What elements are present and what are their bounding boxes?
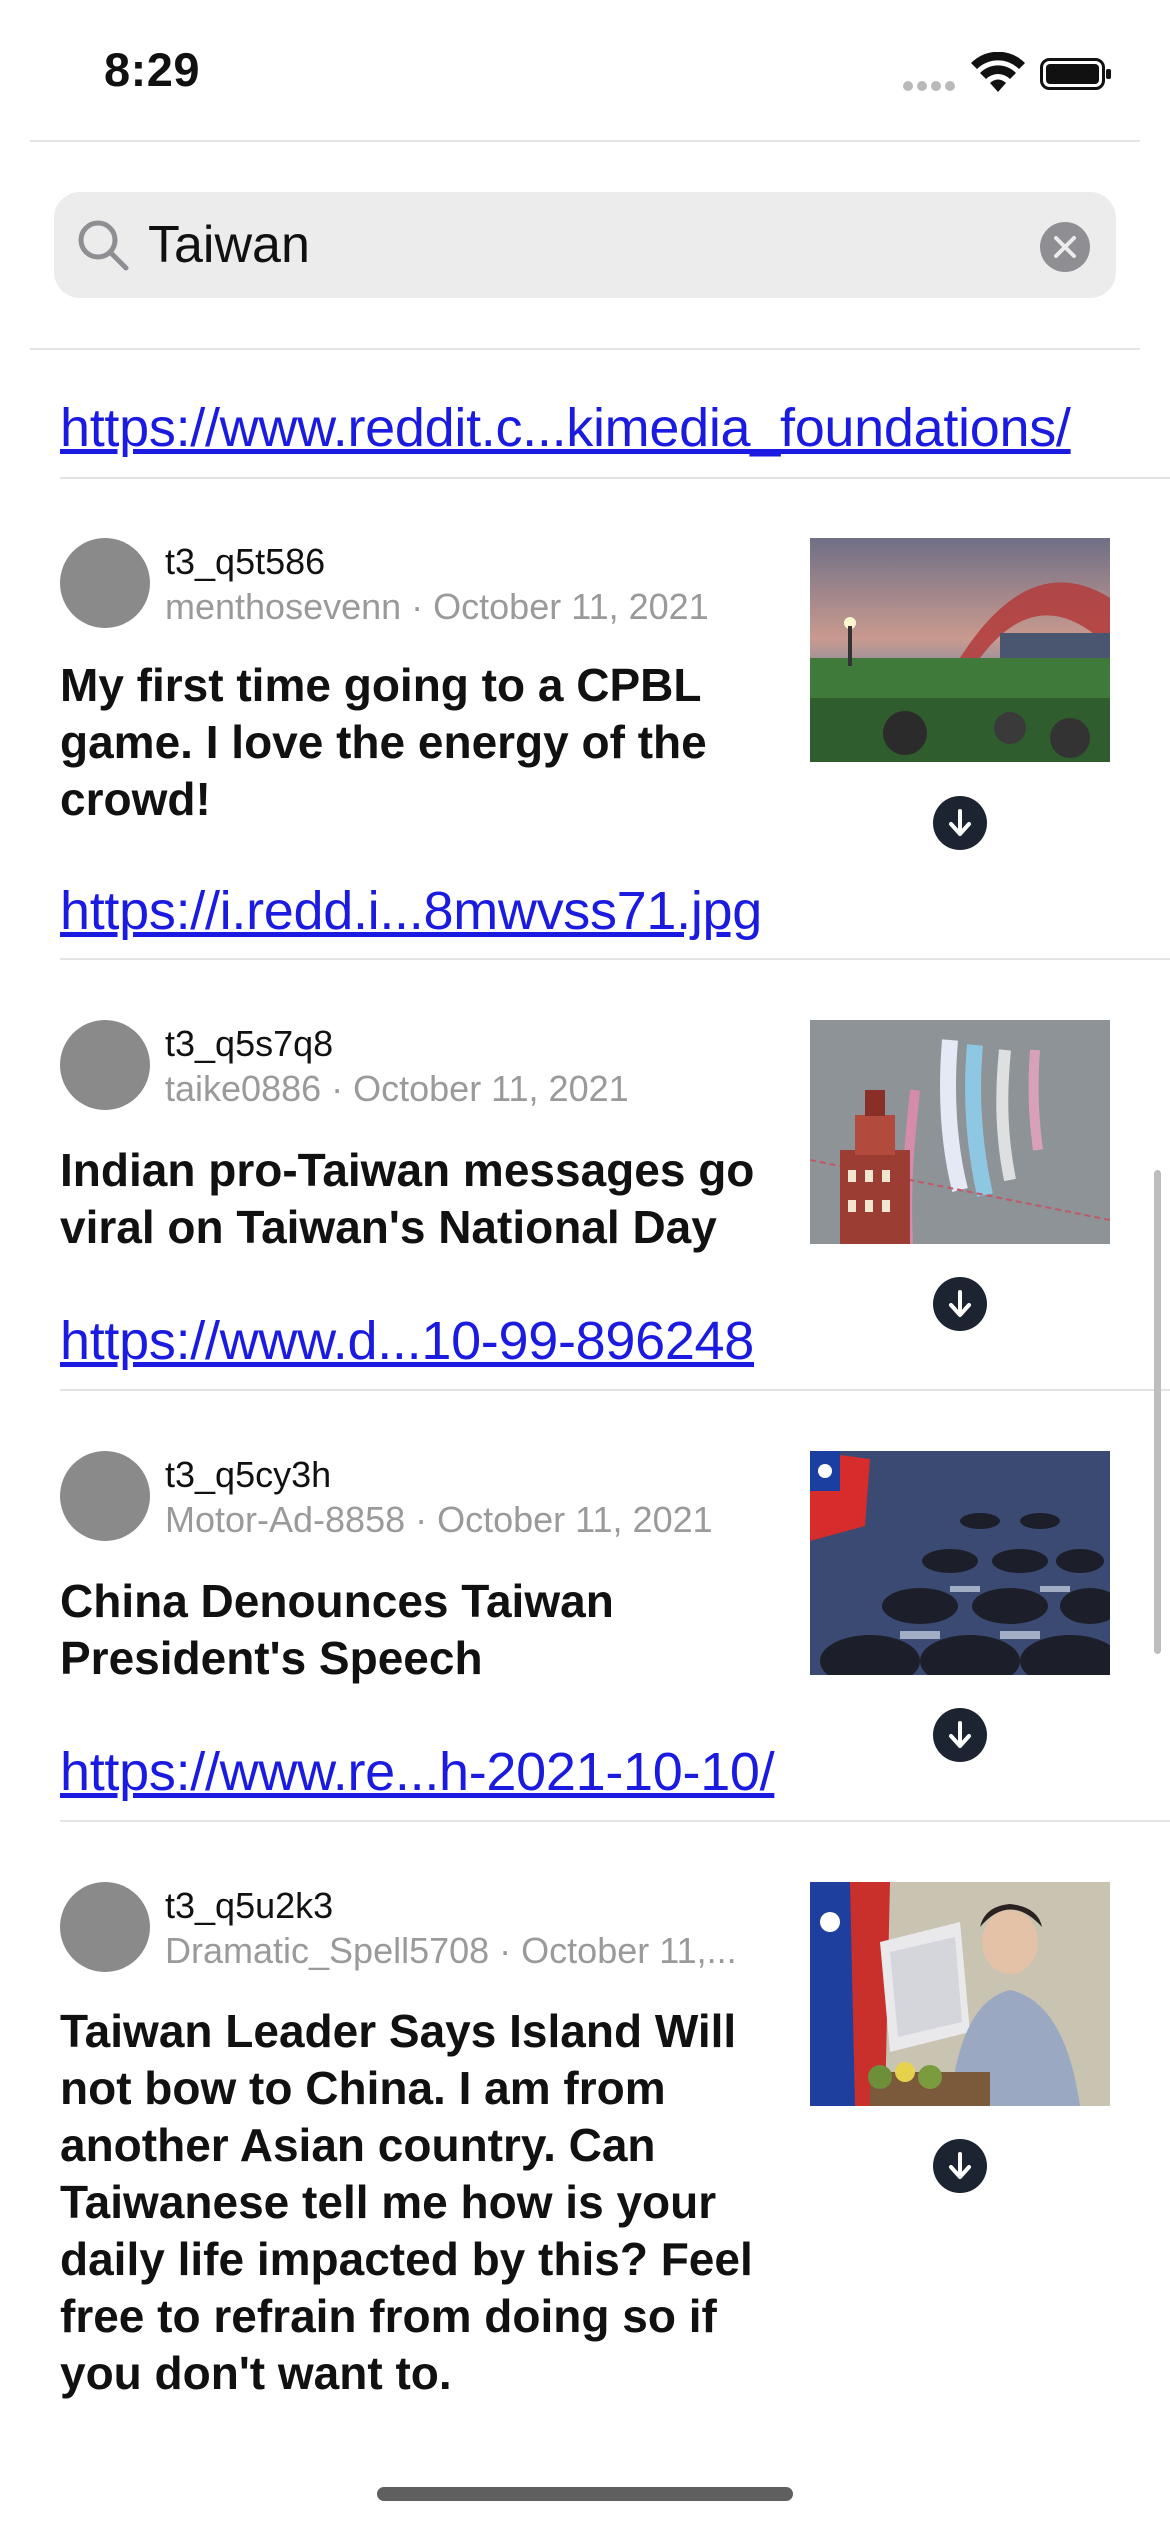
post-id: t3_q5u2k3 [165, 1885, 334, 1926]
wifi-icon [971, 52, 1025, 92]
scroll-indicator[interactable] [1154, 1170, 1161, 1654]
post-link[interactable]: https://www.d...10-99-896248 [60, 1310, 754, 1372]
divider [60, 477, 1170, 479]
search-icon [78, 220, 129, 271]
clear-search-button[interactable] [1040, 222, 1090, 272]
post-thumbnail[interactable] [810, 538, 1110, 762]
post-thumbnail[interactable] [810, 1020, 1110, 1244]
arrow-down-icon [949, 1290, 971, 1317]
avatar[interactable] [60, 1451, 150, 1541]
post-link[interactable]: https://www.re...h-2021-10-10/ [60, 1741, 775, 1803]
divider [30, 348, 1140, 350]
arrow-down-icon [949, 1721, 971, 1748]
post-title[interactable]: My first time going to a CPBL game. I lo… [60, 657, 800, 828]
post-title[interactable]: Indian pro-Taiwan messages go viral on T… [60, 1142, 800, 1256]
download-button[interactable] [933, 1708, 987, 1762]
search-input[interactable] [148, 210, 1048, 280]
download-button[interactable] [933, 1277, 987, 1331]
search-bar[interactable] [54, 192, 1116, 298]
post-link[interactable]: https://www.reddit.c...kimedia_foundatio… [60, 397, 1071, 459]
divider [30, 140, 1140, 142]
clear-icon [1054, 236, 1076, 258]
post-meta: menthosevenn · October 11, 2021 [165, 586, 709, 627]
post-title[interactable]: China Denounces Taiwan President's Speec… [60, 1573, 800, 1687]
divider [60, 958, 1170, 960]
divider [60, 1820, 1170, 1822]
post-id: t3_q5s7q8 [165, 1023, 334, 1064]
download-button[interactable] [933, 796, 987, 850]
avatar[interactable] [60, 1020, 150, 1110]
cellular-signal-icon [903, 81, 957, 91]
divider [60, 1389, 1170, 1391]
post-title[interactable]: Taiwan Leader Says Island Will not bow t… [60, 2003, 800, 2402]
status-time: 8:29 [104, 43, 201, 96]
post-thumbnail[interactable] [810, 1882, 1110, 2106]
post-id: t3_q5t586 [165, 541, 326, 582]
post-meta: taike0886 · October 11, 2021 [165, 1068, 629, 1109]
post-thumbnail[interactable] [810, 1451, 1110, 1675]
download-button[interactable] [933, 2139, 987, 2193]
post-link[interactable]: https://i.redd.i...8mwvss71.jpg [60, 880, 762, 942]
post-id: t3_q5cy3h [165, 1454, 332, 1495]
arrow-down-icon [949, 2152, 971, 2179]
battery-icon [1040, 58, 1111, 90]
post-meta: Dramatic_Spell5708 · October 11,... [165, 1930, 737, 1971]
arrow-down-icon [949, 809, 971, 836]
avatar[interactable] [60, 538, 150, 628]
status-bar: 8:29 [0, 0, 1170, 140]
avatar[interactable] [60, 1882, 150, 1972]
home-indicator[interactable] [377, 2487, 793, 2501]
post-meta: Motor-Ad-8858 · October 11, 2021 [165, 1499, 713, 1540]
